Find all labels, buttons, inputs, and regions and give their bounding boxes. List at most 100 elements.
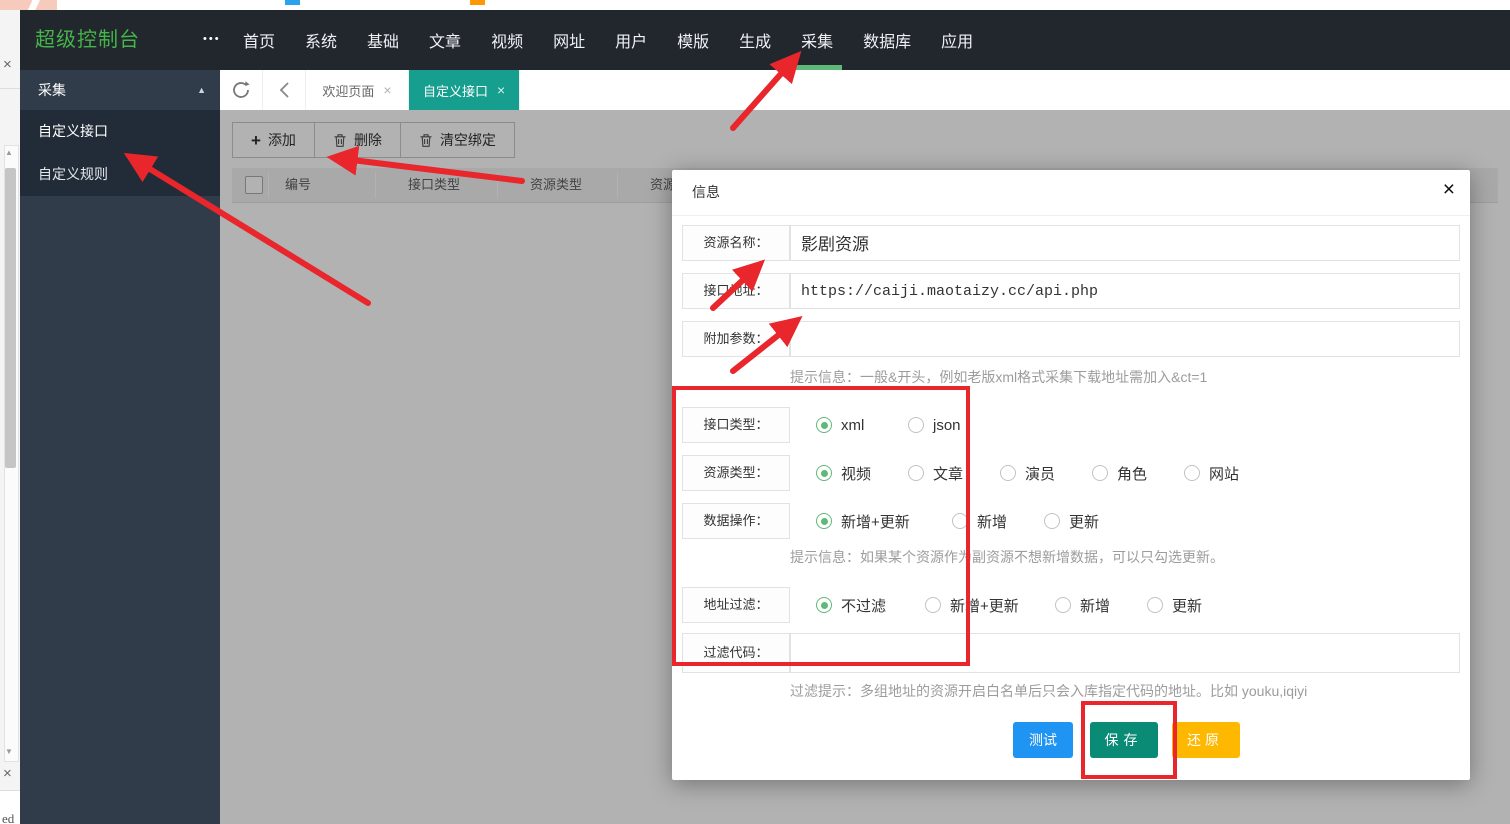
nav-item-home[interactable]: 首页	[228, 10, 290, 70]
radio-xml[interactable]: xml	[816, 407, 864, 443]
close-icon[interactable]: ×	[3, 767, 12, 781]
top-menu: 首页 系统 基础 文章 视频 网址 用户 模版 生成 采集 数据库 应用	[228, 10, 988, 70]
info-dialog: 信息 × 资源名称： 接口地址： 附加参数： 提示信息：一般&开头，例如老版xm…	[672, 170, 1470, 780]
admin-console-screenshot: × ▲ ▼ × ed 超级控制台 ••• 首页 系统 基础 文章 视频 网址 用…	[0, 0, 1510, 824]
nav-item-system[interactable]: 系统	[290, 10, 352, 70]
radio-icon	[1184, 465, 1200, 481]
radio-add[interactable]: 新增	[952, 503, 1007, 539]
radio-icon	[816, 417, 832, 433]
radio-website[interactable]: 网站	[1184, 455, 1239, 491]
radio-json[interactable]: json	[908, 407, 961, 443]
form-row-resource-name: 资源名称：	[682, 225, 1460, 261]
radio-filter-update[interactable]: 更新	[1147, 587, 1202, 623]
resource-name-input[interactable]	[790, 225, 1460, 261]
form-row-filter-code: 过滤代码：	[682, 633, 1460, 673]
nav-item-generate[interactable]: 生成	[724, 10, 786, 70]
nav-item-template[interactable]: 模版	[662, 10, 724, 70]
background-text: ed	[2, 811, 14, 824]
radio-icon	[816, 465, 832, 481]
nav-item-basic[interactable]: 基础	[352, 10, 414, 70]
tab-close-icon[interactable]: ×	[497, 82, 505, 98]
tab-label: 欢迎页面	[322, 81, 374, 100]
divider	[672, 215, 1470, 216]
nav-item-database[interactable]: 数据库	[848, 10, 926, 70]
address-filter-label: 地址过滤：	[682, 587, 790, 623]
refresh-icon	[230, 79, 252, 101]
radio-actor[interactable]: 演员	[1000, 455, 1055, 491]
close-icon[interactable]: ×	[3, 58, 12, 72]
resource-type-label: 资源类型：	[682, 455, 790, 491]
sidebar-item-custom-rule[interactable]: 自定义规则	[20, 153, 220, 196]
radio-icon	[925, 597, 941, 613]
tab-back-button[interactable]	[263, 70, 306, 110]
radio-icon	[816, 513, 832, 529]
form-row-address-filter: 地址过滤： 不过滤 新增+更新 新增 更新	[682, 587, 1460, 623]
radio-role[interactable]: 角色	[1092, 455, 1147, 491]
radio-no-filter[interactable]: 不过滤	[816, 587, 886, 623]
background-window-bottom: ed	[0, 790, 20, 824]
refresh-button[interactable]	[220, 70, 263, 110]
tab-close-icon[interactable]: ×	[383, 82, 391, 98]
app-logo[interactable]: 超级控制台	[35, 10, 140, 70]
extra-params-input[interactable]	[790, 321, 1460, 357]
radio-article[interactable]: 文章	[908, 455, 963, 491]
dialog-title: 信息	[692, 170, 720, 215]
radio-icon	[908, 465, 924, 481]
test-button[interactable]: 测试	[1013, 722, 1073, 758]
radio-update[interactable]: 更新	[1044, 503, 1099, 539]
interface-type-label: 接口类型：	[682, 407, 790, 443]
scrollbar-thumb[interactable]	[5, 168, 16, 468]
sidebar-submenu: 自定义接口 自定义规则	[20, 110, 220, 196]
nav-item-url[interactable]: 网址	[538, 10, 600, 70]
divider	[0, 88, 20, 89]
radio-add-update[interactable]: 新增+更新	[816, 503, 910, 539]
resource-name-label: 资源名称：	[682, 225, 790, 261]
radio-icon	[1092, 465, 1108, 481]
scroll-up-icon[interactable]: ▲	[5, 148, 13, 157]
radio-icon	[1055, 597, 1071, 613]
api-url-input[interactable]	[790, 273, 1460, 309]
sidebar-item-custom-api[interactable]: 自定义接口	[20, 110, 220, 153]
radio-filter-add-update[interactable]: 新增+更新	[925, 587, 1019, 623]
top-navigation-bar: 超级控制台 ••• 首页 系统 基础 文章 视频 网址 用户 模版 生成 采集 …	[20, 10, 1510, 70]
api-url-label: 接口地址：	[682, 273, 790, 309]
radio-icon	[1147, 597, 1163, 613]
form-row-data-operation: 数据操作： 新增+更新 新增 更新	[682, 503, 1460, 539]
sidebar-group-label: 采集	[38, 82, 66, 98]
radio-filter-add[interactable]: 新增	[1055, 587, 1110, 623]
sidebar-group-collect[interactable]: 采集 ▲	[20, 70, 220, 110]
ellipsis-menu-icon[interactable]: •••	[203, 10, 221, 68]
tab-welcome[interactable]: 欢迎页面 ×	[306, 70, 409, 110]
scroll-down-icon[interactable]: ▼	[5, 747, 13, 756]
radio-icon	[816, 597, 832, 613]
filter-code-input[interactable]	[790, 633, 1460, 673]
nav-item-user[interactable]: 用户	[600, 10, 662, 70]
data-operation-hint: 提示信息：如果某个资源作为副资源不想新增数据，可以只勾选更新。	[790, 549, 1224, 565]
filter-code-hint: 过滤提示：多组地址的资源开启白名单后只会入库指定代码的地址。比如 youku,i…	[790, 683, 1307, 699]
tab-label: 自定义接口	[423, 81, 488, 100]
data-operation-label: 数据操作：	[682, 503, 790, 539]
form-row-api-url: 接口地址：	[682, 273, 1460, 309]
tab-bar: 欢迎页面 × 自定义接口 ×	[220, 70, 1510, 111]
sidebar: 采集 ▲ 自定义接口 自定义规则	[20, 70, 220, 824]
chevron-left-icon	[277, 80, 291, 100]
save-button[interactable]: 保存	[1090, 722, 1158, 758]
tab-custom-api[interactable]: 自定义接口 ×	[409, 70, 520, 110]
extra-params-hint: 提示信息：一般&开头，例如老版xml格式采集下载地址需加入&ct=1	[790, 369, 1207, 385]
collapse-icon: ▲	[197, 70, 206, 110]
form-row-interface-type: 接口类型： xml json	[682, 407, 1460, 443]
form-row-extra-params: 附加参数：	[682, 321, 1460, 357]
nav-item-video[interactable]: 视频	[476, 10, 538, 70]
nav-item-collect[interactable]: 采集	[786, 10, 848, 70]
restore-button[interactable]: 还原	[1172, 722, 1240, 758]
radio-video[interactable]: 视频	[816, 455, 871, 491]
orange-favicon-fragment	[470, 0, 485, 5]
radio-icon	[1000, 465, 1016, 481]
extra-params-label: 附加参数：	[682, 321, 790, 357]
radio-icon	[952, 513, 968, 529]
nav-item-app[interactable]: 应用	[926, 10, 988, 70]
background-window-strip: × ▲ ▼ × ed	[0, 10, 21, 824]
dialog-close-icon[interactable]: ×	[1443, 178, 1455, 202]
nav-item-article[interactable]: 文章	[414, 10, 476, 70]
radio-icon	[1044, 513, 1060, 529]
